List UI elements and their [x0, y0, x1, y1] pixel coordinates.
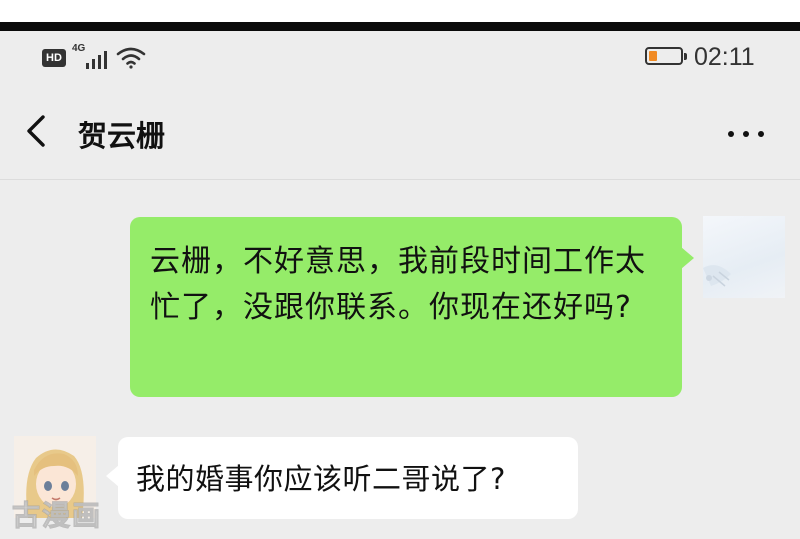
top-border-black — [0, 22, 800, 31]
top-border-white — [0, 0, 800, 22]
signal-strength-icon — [84, 49, 110, 69]
bubble-tail — [681, 247, 694, 269]
wifi-icon — [116, 45, 146, 69]
outgoing-message-bubble[interactable]: 云栅，不好意思，我前段时间工作太忙了，没跟你联系。你现在还好吗? — [130, 217, 694, 397]
incoming-message-text: 我的婚事你应该听二哥说了? — [136, 462, 506, 496]
status-bar: HD 4G 02:11 — [0, 31, 800, 83]
hd-badge: HD — [42, 49, 66, 67]
self-avatar-image — [703, 265, 731, 287]
more-dots-icon — [728, 131, 734, 137]
status-time: 02:11 — [694, 43, 755, 71]
chat-header: 贺云栅 — [0, 83, 800, 180]
self-avatar[interactable] — [703, 216, 785, 298]
bubble-tail — [106, 465, 119, 487]
outgoing-message-text: 云栅，不好意思，我前段时间工作太忙了，没跟你联系。你现在还好吗? — [150, 244, 646, 325]
incoming-message-bubble[interactable]: 我的婚事你应该听二哥说了? — [106, 437, 578, 519]
chat-title: 贺云栅 — [78, 119, 166, 153]
battery-icon — [645, 47, 687, 65]
battery-level-fill — [649, 51, 657, 61]
more-options-button[interactable] — [718, 111, 774, 155]
watermark: 古漫画 — [11, 499, 103, 533]
chevron-left-icon — [27, 115, 45, 147]
back-button[interactable] — [16, 107, 56, 155]
